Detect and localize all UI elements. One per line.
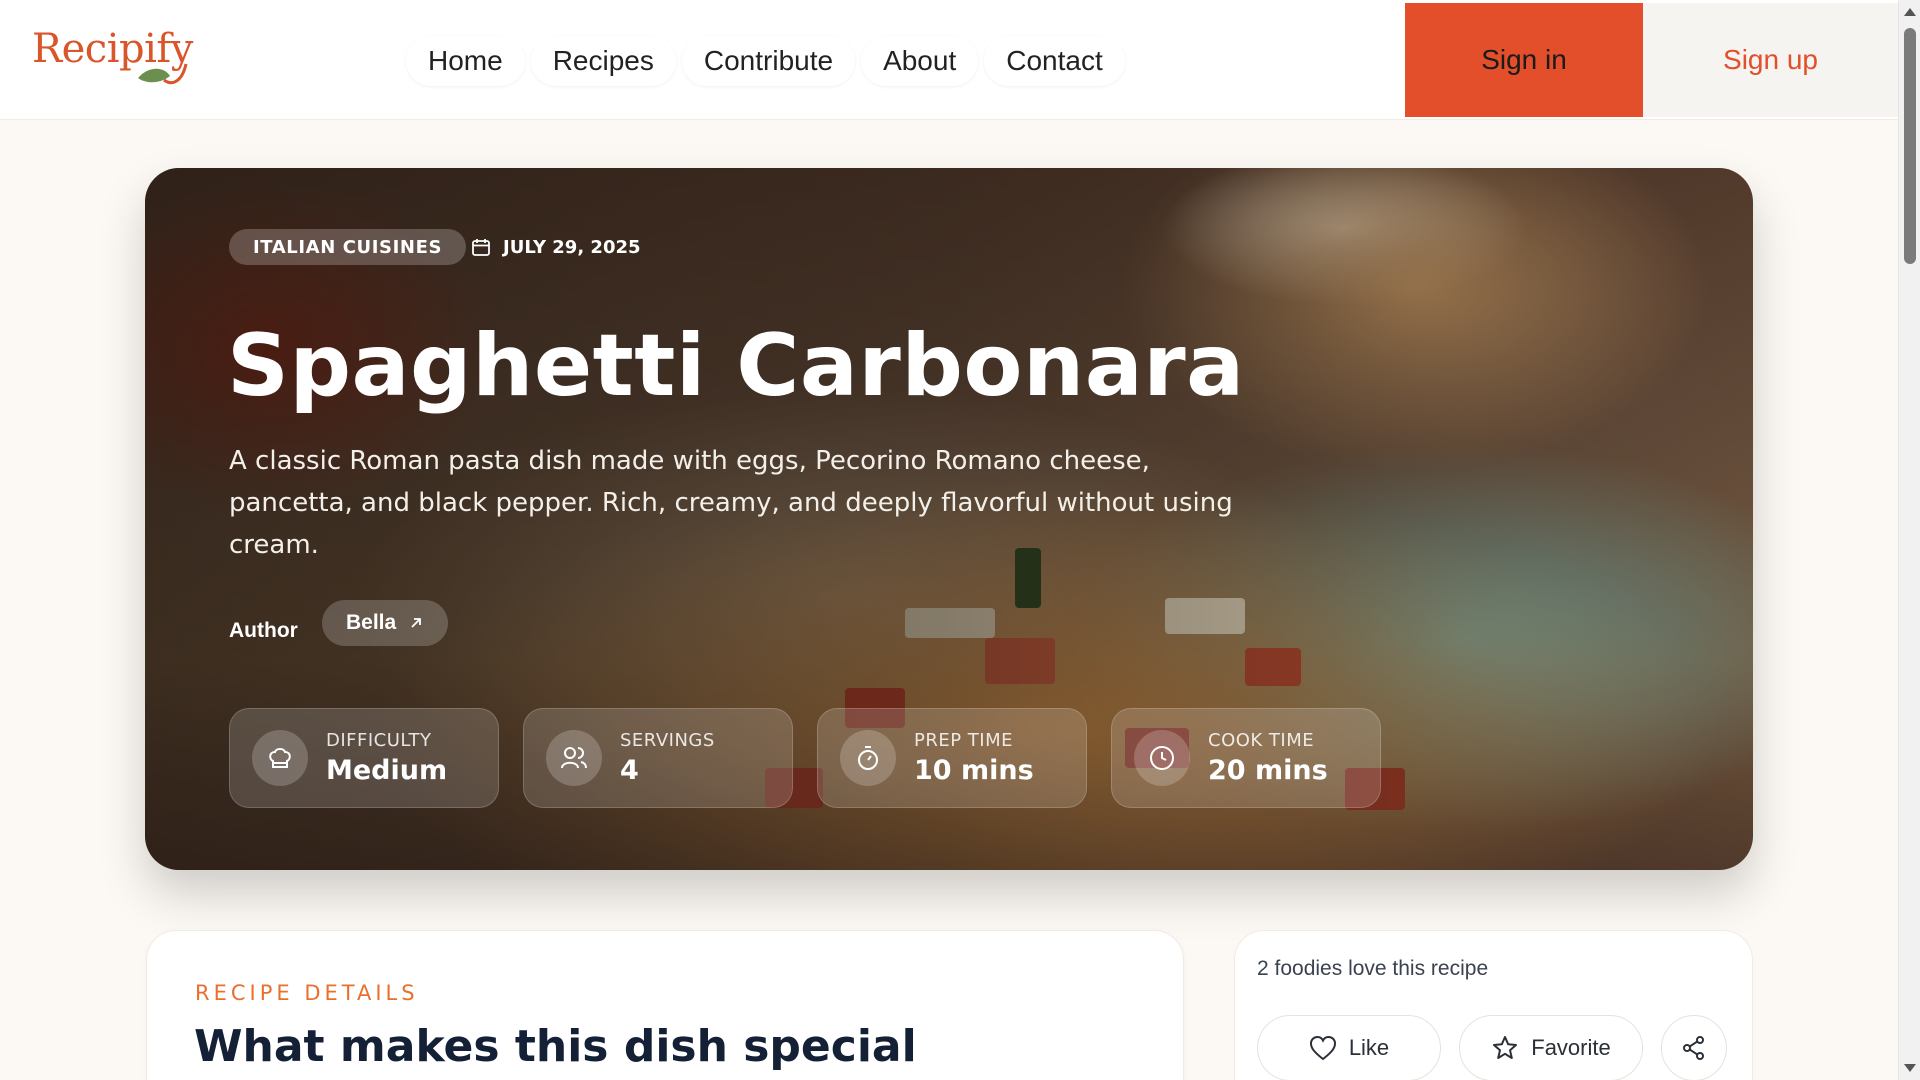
recipe-details-card: RECIPE DETAILS What makes this dish spec…	[146, 930, 1184, 1080]
nav-contribute[interactable]: Contribute	[681, 36, 856, 86]
stat-value: 20 mins	[1208, 755, 1328, 786]
sign-up-button[interactable]: Sign up	[1643, 3, 1898, 117]
users-icon	[546, 730, 602, 786]
scroll-down-arrow-icon[interactable]	[1904, 1064, 1916, 1072]
nav-home[interactable]: Home	[406, 36, 525, 86]
favorite-button[interactable]: Favorite	[1459, 1015, 1643, 1080]
recipe-description: A classic Roman pasta dish made with egg…	[229, 446, 1233, 560]
arrow-up-right-icon	[411, 618, 422, 628]
stat-label: DIFFICULTY	[326, 730, 432, 751]
leaf-logo-icon	[138, 63, 188, 85]
nav-contact[interactable]: Contact	[984, 36, 1125, 86]
cuisine-badge[interactable]: ITALIAN CUISINES	[229, 229, 467, 265]
main-nav: Home Recipes Contribute About Contact	[406, 36, 1125, 86]
favorite-label: Favorite	[1531, 1035, 1611, 1060]
page-scrollbar[interactable]	[1898, 0, 1920, 1080]
stat-label: COOK TIME	[1208, 730, 1315, 751]
publish-date-text: JULY 29, 2025	[503, 236, 641, 258]
stat-difficulty: DIFFICULTY Medium	[229, 708, 499, 808]
author-label: Author	[229, 619, 298, 642]
share-icon	[1683, 1036, 1704, 1060]
scroll-thumb[interactable]	[1904, 28, 1916, 264]
stat-prep-time: PREP TIME 10 mins	[817, 708, 1087, 808]
nav-about[interactable]: About	[861, 36, 979, 86]
stat-value: Medium	[326, 755, 448, 786]
sign-in-button[interactable]: Sign in	[1405, 3, 1643, 117]
calendar-icon	[472, 239, 490, 256]
nav-recipes[interactable]: Recipes	[530, 36, 676, 86]
stat-servings: SERVINGS 4	[523, 708, 793, 808]
timer-icon	[840, 730, 896, 786]
stat-value: 10 mins	[914, 755, 1034, 786]
section-title: What makes this dish special	[194, 1021, 917, 1072]
top-navbar: Recipify Home Recipes Contribute About C…	[0, 0, 1898, 120]
recipe-stats: DIFFICULTY Medium SERVINGS 4 PREP TIME 1…	[229, 708, 1381, 808]
like-button[interactable]: Like	[1257, 1015, 1441, 1080]
love-count-text: 2 foodies love this recipe	[1257, 957, 1489, 980]
social-card: 2 foodies love this recipe Like Favorite	[1234, 930, 1753, 1080]
chef-hat-icon	[252, 730, 308, 786]
stat-label: PREP TIME	[914, 730, 1014, 751]
like-label: Like	[1348, 1035, 1390, 1060]
recipe-hero: ITALIAN CUISINES JULY 29, 2025 Spaghetti…	[145, 168, 1753, 870]
stat-cook-time: COOK TIME 20 mins	[1111, 708, 1381, 808]
section-eyebrow: RECIPE DETAILS	[195, 981, 419, 1005]
scroll-up-arrow-icon[interactable]	[1904, 8, 1916, 16]
star-icon	[1493, 1036, 1518, 1059]
stat-value: 4	[620, 755, 639, 786]
publish-date: JULY 29, 2025	[471, 229, 641, 265]
author-name: Bella	[346, 611, 397, 634]
clock-icon	[1134, 730, 1190, 786]
stat-label: SERVINGS	[620, 730, 715, 751]
share-button[interactable]	[1661, 1015, 1727, 1080]
recipe-title: Spaghetti Carbonara	[227, 316, 1245, 416]
heart-icon	[1309, 1035, 1336, 1061]
author-link[interactable]: Bella	[322, 600, 449, 646]
